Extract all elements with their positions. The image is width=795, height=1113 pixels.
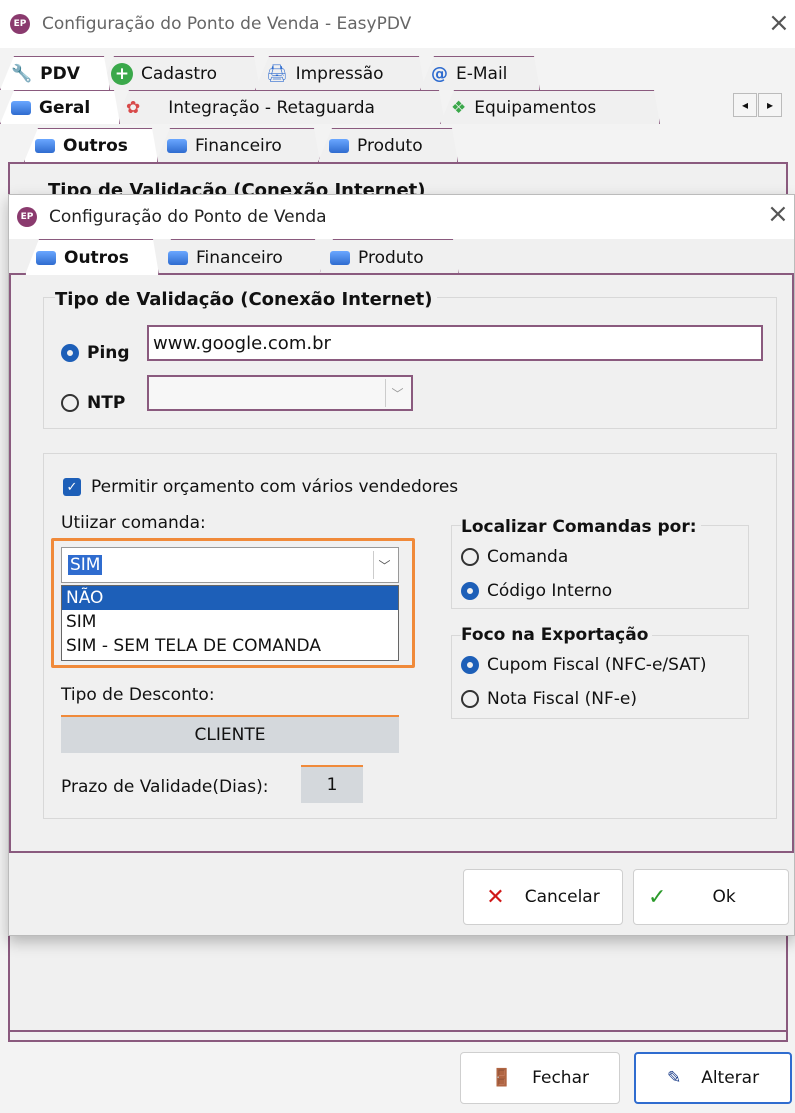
tab-cadastro[interactable]: + Cadastro [100, 56, 260, 90]
chevron-down-icon[interactable]: ﹀ [385, 379, 409, 407]
comanda-select[interactable]: SIM [61, 547, 399, 583]
ping-host-input[interactable]: www.google.com.br [147, 325, 763, 361]
tab-icon [168, 251, 188, 265]
tab-icon [167, 139, 187, 153]
foco-radio-nota[interactable]: Nota Fiscal (NF-e) [461, 689, 637, 709]
tab-produto[interactable]: Produto [319, 239, 459, 275]
dialog-titlebar: EP Configuração do Ponto de Venda × [9, 195, 794, 239]
dialog-app-icon: EP [17, 207, 37, 227]
ntp-radio[interactable]: NTP [61, 393, 125, 413]
tab-impressao[interactable]: 🖨 Impressão [255, 56, 425, 90]
close-x-icon: ✕ [486, 884, 505, 910]
cancel-button[interactable]: ✕ Cancelar [463, 869, 623, 925]
exit-door-icon: 🚪 [490, 1068, 513, 1088]
permitir-checkbox[interactable]: ✓ Permitir orçamento com vários vendedor… [63, 477, 458, 497]
tab-outros[interactable]: Outros [25, 239, 159, 275]
localizar-radio-codigo[interactable]: Código Interno [461, 581, 612, 601]
tab-pdv[interactable]: 🔧 PDV [0, 56, 110, 90]
comanda-option[interactable]: NÃO [62, 586, 398, 610]
back-titlebar: EP Configuração do Ponto de Venda - Easy… [0, 0, 795, 48]
prazo-input[interactable]: 1 [301, 765, 363, 803]
checkmark-icon: ✓ [648, 884, 667, 910]
back-tab-outros[interactable]: Outros [24, 128, 158, 162]
radio-empty-icon [461, 548, 479, 566]
sync-icon: ✿ [126, 97, 141, 118]
radio-empty-icon [61, 394, 79, 412]
radio-selected-icon [461, 656, 479, 674]
localizar-heading: Localizar Comandas por: [461, 517, 701, 537]
comanda-option[interactable]: SIM [62, 610, 398, 634]
tab-icon [36, 251, 56, 265]
app-icon: EP [10, 14, 30, 34]
back-tab-produto[interactable]: Produto [318, 128, 458, 162]
tab-geral[interactable]: Geral [0, 90, 120, 124]
radio-empty-icon [461, 690, 479, 708]
equipment-icon: ❖ [451, 97, 467, 118]
plus-icon: + [111, 63, 133, 85]
comanda-option[interactable]: SIM - SEM TELA DE COMANDA [62, 634, 398, 658]
alterar-button[interactable]: ✎ Alterar [634, 1052, 792, 1104]
pdv-icon: 🔧 [11, 63, 33, 84]
ok-button[interactable]: ✓ Ok [633, 869, 789, 925]
desconto-label: Tipo de Desconto: [61, 685, 215, 705]
tab-icon [35, 139, 55, 153]
tab-email[interactable]: @ E-Mail [420, 56, 540, 90]
dialog-close-icon[interactable]: × [767, 199, 789, 229]
close-icon[interactable]: × [768, 8, 790, 38]
checkmark-icon: ✓ [63, 478, 81, 496]
validation-heading: Tipo de Validação (Conexão Internet) [55, 289, 437, 310]
tab-financeiro[interactable]: Financeiro [157, 239, 321, 275]
grid-icon [11, 101, 31, 115]
localizar-radio-comanda[interactable]: Comanda [461, 547, 568, 567]
printer-icon: 🖨 [266, 63, 288, 84]
window-title: Configuração do Ponto de Venda - EasyPDV [42, 14, 412, 34]
comanda-label: Utiizar comanda: [61, 513, 206, 533]
tab-equipamentos[interactable]: ❖ Equipamentos [440, 90, 660, 124]
tab-icon [330, 251, 350, 265]
tab-icon [329, 139, 349, 153]
dialog-title: Configuração do Ponto de Venda [49, 207, 327, 227]
scroll-left-button[interactable]: ◂ [733, 93, 757, 117]
email-icon: @ [431, 63, 448, 84]
desconto-value-button[interactable]: CLIENTE [61, 715, 399, 753]
ntp-server-select[interactable] [147, 375, 413, 411]
foco-heading: Foco na Exportação [461, 625, 653, 645]
back-divider [8, 1030, 788, 1032]
pencil-icon: ✎ [666, 1068, 682, 1088]
ping-radio[interactable]: Ping [61, 343, 130, 363]
radio-selected-icon [461, 582, 479, 600]
foco-radio-cupom[interactable]: Cupom Fiscal (NFC-e/SAT) [461, 655, 707, 675]
tab-integracao[interactable]: ✿ Integração - Retaguarda [115, 90, 445, 124]
prazo-label: Prazo de Validade(Dias): [61, 777, 269, 797]
back-tab-financeiro[interactable]: Financeiro [156, 128, 320, 162]
comanda-chevron-down-icon[interactable]: ﹀ [373, 551, 395, 579]
comanda-selected-value: SIM [68, 555, 103, 575]
scroll-right-button[interactable]: ▸ [758, 93, 782, 117]
dialog: EP Configuração do Ponto de Venda × Outr… [8, 194, 795, 936]
comanda-options-list: NÃO SIM SIM - SEM TELA DE COMANDA [61, 585, 399, 661]
fechar-button[interactable]: 🚪 Fechar [460, 1052, 620, 1104]
radio-selected-icon [61, 344, 79, 362]
